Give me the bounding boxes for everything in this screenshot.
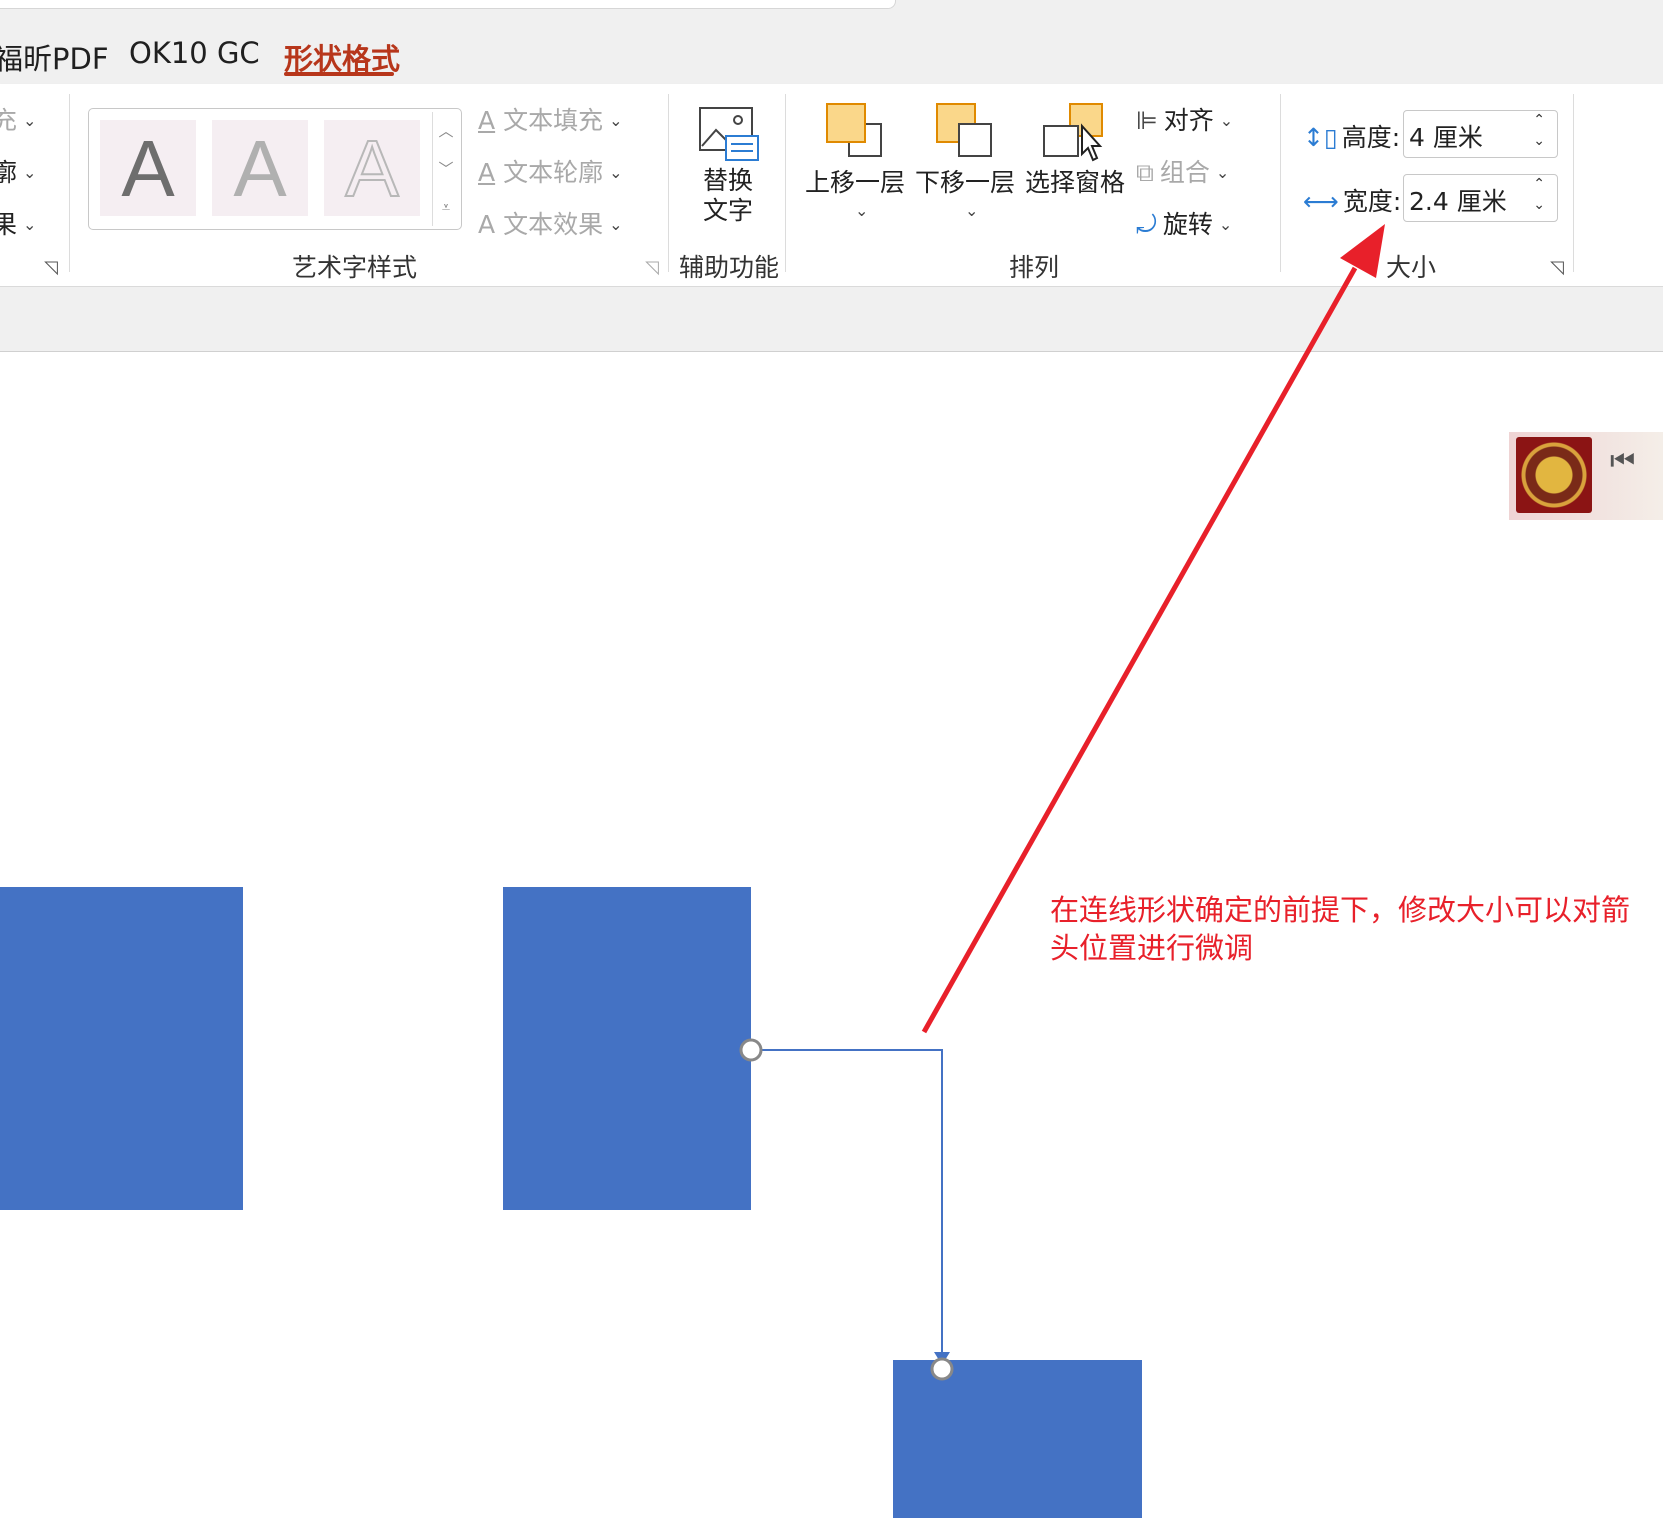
- annotation-text: 在连线形状确定的前提下，修改大小可以对箭头位置进行微调: [1050, 893, 1631, 965]
- collapse-panel-icon[interactable]: ⏮: [1610, 444, 1635, 478]
- annotation-arrowhead-icon: [1340, 224, 1385, 278]
- side-panel-thumbnail[interactable]: [1516, 437, 1592, 513]
- canvas-overlay: [739, 224, 1385, 1381]
- connector-end-handle[interactable]: [930, 1357, 954, 1381]
- elbow-connector-line[interactable]: [751, 1049, 943, 1360]
- connector-start-handle[interactable]: [739, 1038, 763, 1062]
